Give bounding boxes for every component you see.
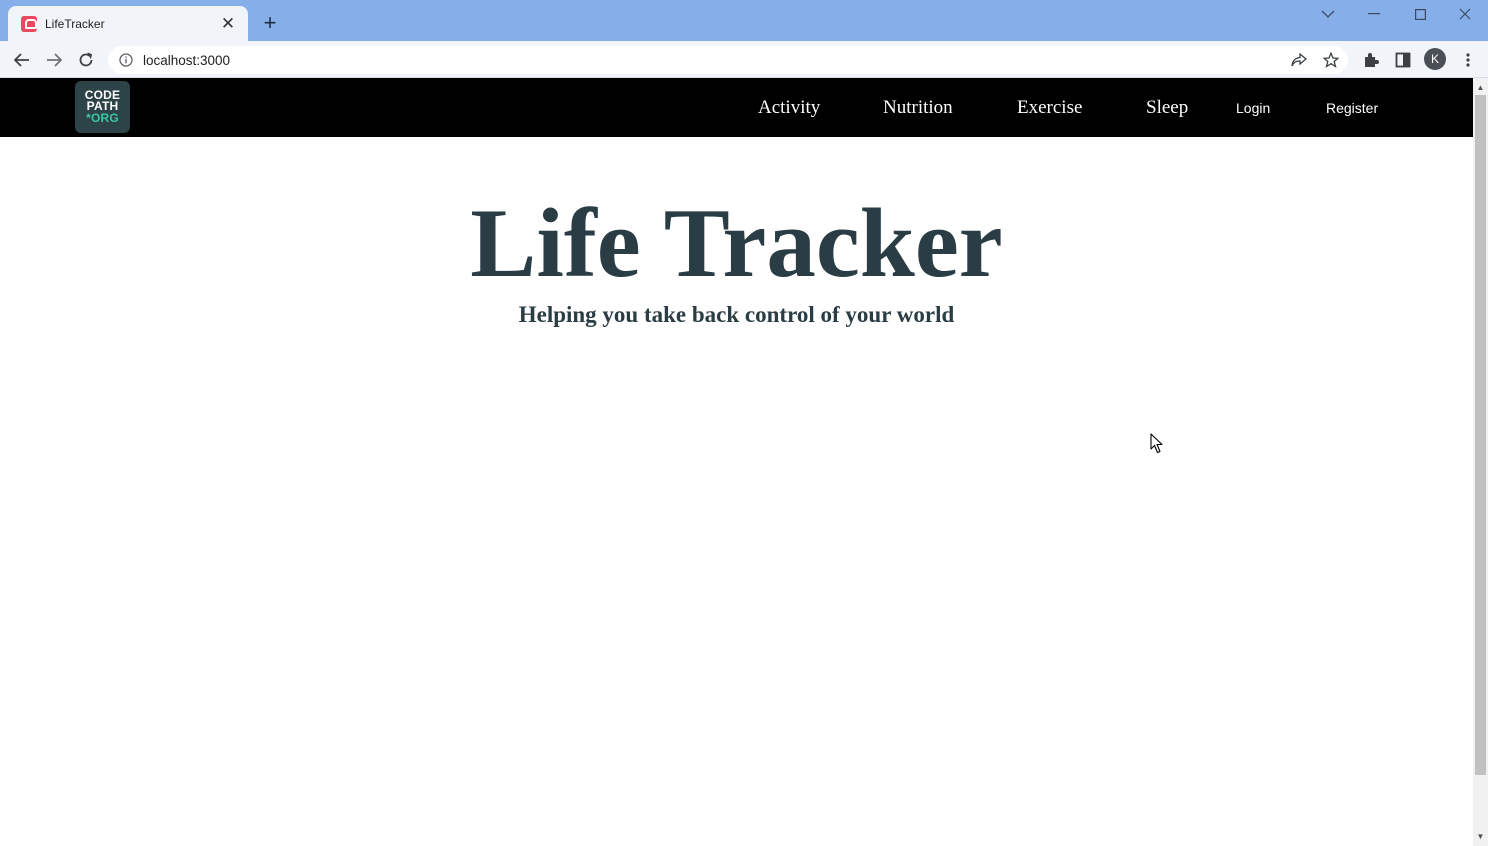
browser-toolbar: localhost:3000 K — [0, 41, 1488, 78]
register-button[interactable]: Register — [1326, 78, 1378, 137]
maximize-icon[interactable] — [1397, 0, 1443, 28]
browser-tab[interactable]: LifeTracker ✕ — [8, 6, 248, 41]
profile-avatar[interactable]: K — [1424, 48, 1446, 70]
mouse-cursor-icon — [1150, 433, 1163, 454]
nav-exercise-link[interactable]: Exercise — [1017, 78, 1082, 137]
address-bar[interactable]: localhost:3000 — [108, 46, 1348, 74]
hero-subtitle: Helping you take back control of your wo… — [518, 302, 955, 327]
minimize-icon[interactable] — [1351, 0, 1397, 28]
logo-line-org: *ORG — [86, 110, 119, 125]
favicon-icon — [21, 15, 37, 32]
share-icon[interactable] — [1285, 46, 1313, 74]
hero-title: Life Tracker — [470, 189, 1003, 298]
site-navbar: CODE PATH *ORG Activity Nutrition Exerci… — [0, 78, 1473, 137]
page-viewport: CODE PATH *ORG Activity Nutrition Exerci… — [0, 78, 1473, 846]
kebab-menu-icon[interactable] — [1454, 46, 1482, 74]
extensions-puzzle-icon[interactable] — [1357, 46, 1385, 74]
site-info-icon[interactable] — [118, 52, 134, 68]
scroll-up-arrow-icon[interactable]: ▲ — [1473, 80, 1488, 95]
close-window-icon[interactable] — [1442, 0, 1488, 28]
bookmark-star-icon[interactable] — [1317, 46, 1345, 74]
new-tab-button[interactable]: + — [259, 10, 281, 36]
nav-sleep-link[interactable]: Sleep — [1146, 78, 1188, 137]
browser-tabstrip: LifeTracker ✕ + — [0, 0, 1488, 41]
back-arrow-icon[interactable] — [8, 46, 36, 74]
close-tab-icon[interactable]: ✕ — [218, 14, 238, 34]
nav-activity-link[interactable]: Activity — [758, 78, 820, 137]
scrollbar-thumb[interactable] — [1475, 95, 1486, 775]
side-panel-icon[interactable] — [1389, 46, 1417, 74]
scroll-down-arrow-icon[interactable]: ▼ — [1473, 829, 1488, 844]
login-button[interactable]: Login — [1236, 78, 1270, 137]
tab-title: LifeTracker — [45, 16, 105, 31]
page-scrollbar[interactable]: ▲ ▼ — [1473, 78, 1488, 846]
nav-nutrition-link[interactable]: Nutrition — [883, 78, 953, 137]
url-text: localhost:3000 — [143, 52, 231, 68]
forward-arrow-icon[interactable] — [40, 46, 68, 74]
codepath-logo[interactable]: CODE PATH *ORG — [75, 81, 130, 133]
tab-search-icon[interactable] — [1305, 0, 1351, 28]
reload-icon[interactable] — [72, 46, 100, 74]
